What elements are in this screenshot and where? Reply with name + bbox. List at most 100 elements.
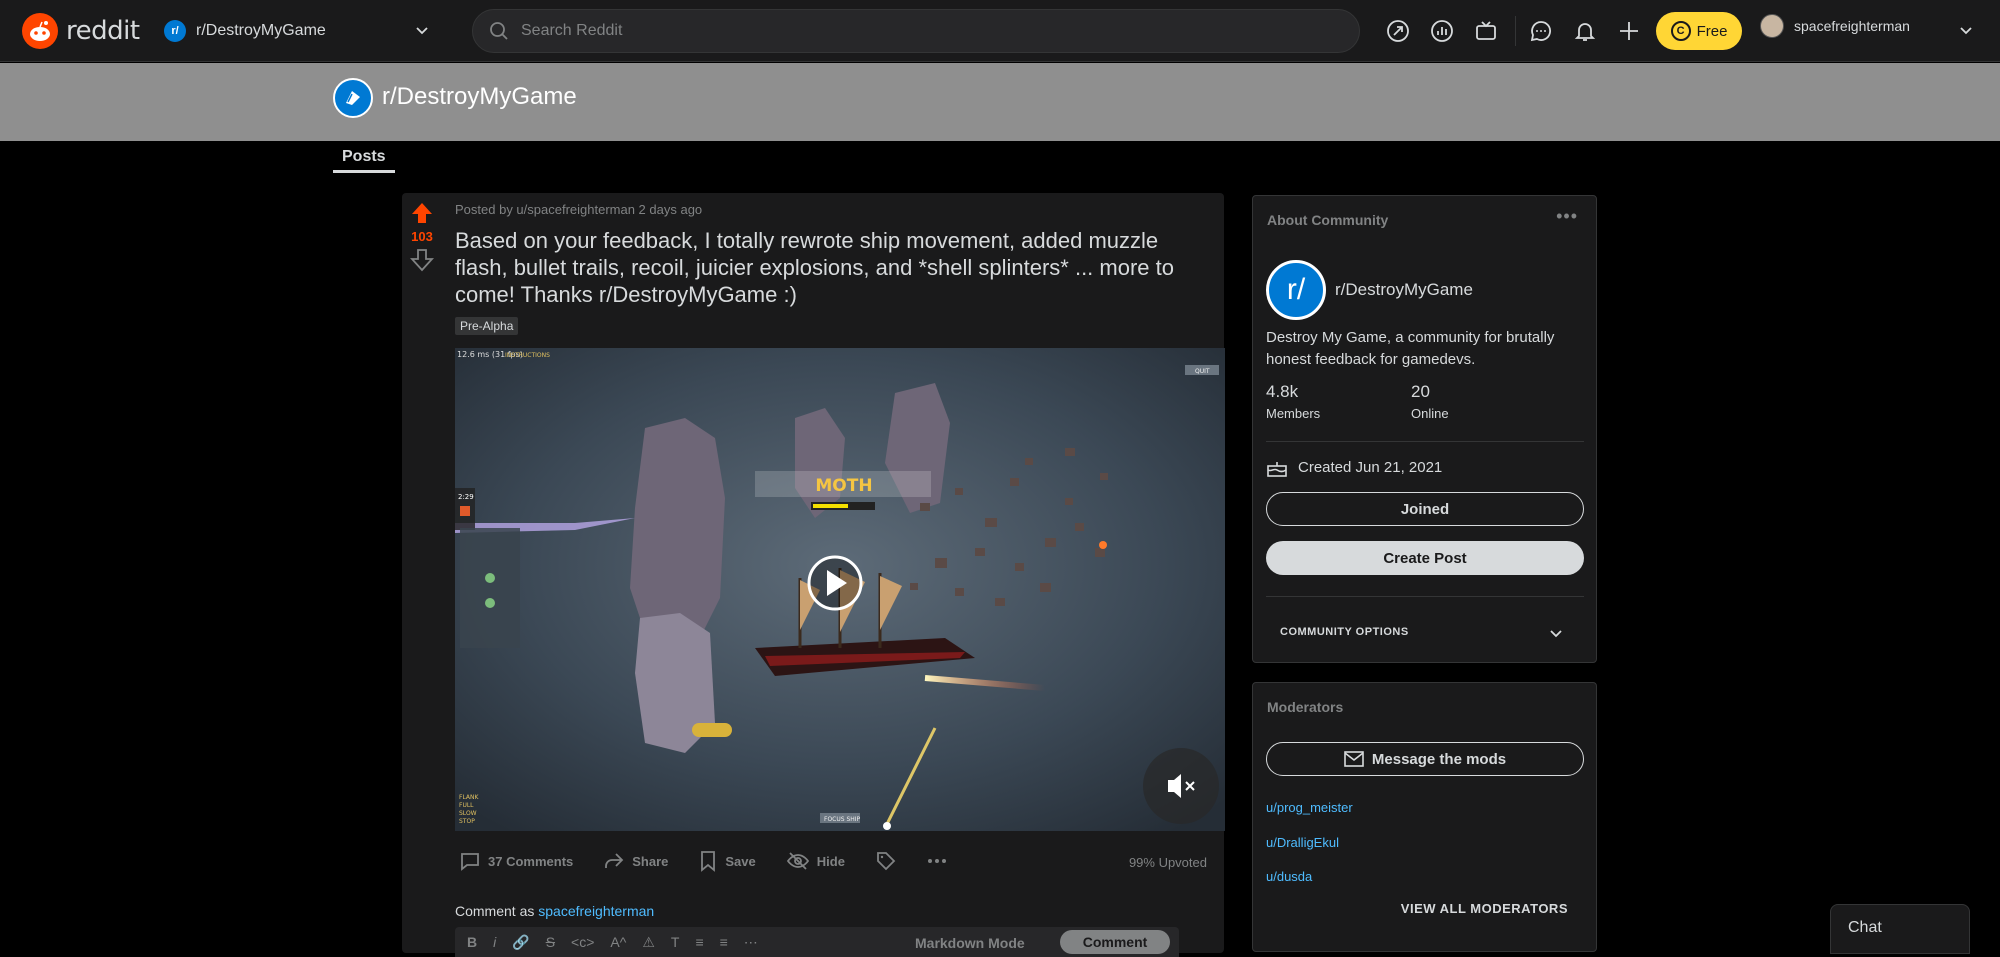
online-count: 20 [1411,382,1430,401]
heading-icon[interactable]: T [671,934,680,950]
vote-count: 103 [411,229,433,244]
focus-ship-label: FOCUS SHIP [824,816,861,823]
cake-icon [1267,462,1287,477]
share-icon [605,853,624,868]
speed-full-label: FULL [459,802,474,809]
share-button[interactable]: Share [599,846,672,876]
downvote-arrow-icon[interactable] [410,248,434,272]
link-icon[interactable]: 🔗 [512,934,529,951]
user-menu[interactable]: spacefreighterman [1760,14,1910,38]
snoo-icon [22,13,58,49]
create-post-button[interactable]: Create Post [1266,541,1584,575]
tag-icon [877,852,896,871]
moderator-link[interactable]: u/dusda [1266,869,1312,884]
header-divider [1515,16,1516,46]
online-stat: 20 Online [1411,382,1449,421]
quit-label: QUIT [1195,368,1210,375]
community-avatar-icon [333,78,373,118]
comment-as-prefix: Comment as [455,903,535,919]
mute-icon[interactable] [1143,748,1219,824]
community-description: Destroy My Game, a community for brutall… [1266,329,1555,368]
created-date: Created Jun 21, 2021 [1266,456,1442,478]
game-scene: MOTH 2:29 12.6 ms (31 fps) INSTRUCTIONS … [455,348,1225,831]
top-bar: reddit r/ r/DestroyMyGame C Free spacefr… [0,0,2000,62]
strikethrough-icon[interactable]: S [546,934,555,950]
community-title: r/DestroyMyGame [382,83,577,110]
bookmark-icon [701,851,716,872]
more-dots-icon [927,859,946,863]
popular-icon[interactable] [1385,18,1411,44]
hide-label: Hide [816,853,845,869]
more-dots-icon[interactable]: ••• [1556,206,1578,227]
reddit-logo[interactable]: reddit [22,13,140,49]
comment-as-user-link[interactable]: spacefreighterman [538,903,654,919]
message-mods-button[interactable]: Message the mods [1266,742,1584,776]
moderator-link[interactable]: u/prog_meister [1266,800,1353,815]
chevron-down-icon [416,27,428,35]
community-selector-label: r/DestroyMyGame [196,22,326,39]
share-label: Share [632,853,669,869]
mail-icon [1344,751,1364,767]
bulleted-list-icon[interactable]: ≡ [695,934,703,950]
numbered-list-icon[interactable]: ≡ [720,934,728,950]
create-post-plus-icon[interactable] [1616,18,1642,44]
bold-icon[interactable]: B [467,934,477,950]
community-selector[interactable]: r/ r/DestroyMyGame [150,12,450,50]
comments-button[interactable]: 37 Comments [455,846,577,876]
comment-submit-button[interactable]: Comment [1060,930,1170,954]
community-name[interactable]: r/DestroyMyGame [1335,280,1473,300]
post-actions: 37 Comments Share Save Hide 99% Upvoted [455,843,1225,879]
save-button[interactable]: Save [694,846,759,876]
instructions-label: INSTRUCTIONS [505,352,550,359]
comment-icon [461,853,479,871]
message-mods-label: Message the mods [1371,750,1507,768]
free-coins-button[interactable]: C Free [1656,12,1742,50]
logo-text: reddit [66,16,140,46]
rpan-icon[interactable] [1473,18,1499,44]
search-bar[interactable] [472,9,1360,53]
online-label: Online [1411,406,1449,421]
tab-posts[interactable]: Posts [333,148,395,173]
chat-button[interactable]: Chat [1830,904,1970,954]
tag-button[interactable] [871,846,901,876]
post-title[interactable]: Based on your feedback, I totally rewrot… [455,227,1215,308]
notifications-bell-icon[interactable] [1572,18,1598,44]
hide-button[interactable]: Hide [782,846,849,876]
more-formatting-icon[interactable]: ⋯ [744,934,758,951]
upvote-arrow-icon[interactable] [410,201,434,225]
more-options-button[interactable] [923,854,951,868]
community-big-icon: r/ [1266,260,1326,320]
hide-eye-icon [786,852,809,870]
members-stat: 4.8k Members [1266,382,1320,421]
italic-icon[interactable]: i [493,934,496,950]
chat-icon[interactable] [1528,18,1554,44]
post-card: 103 Posted by u/spacefreighterman 2 days… [402,193,1225,957]
timer-label: 2:29 [458,493,474,501]
vote-column: 103 [402,193,442,272]
moderators-heading: Moderators [1267,699,1344,715]
chevron-down-icon[interactable] [1548,625,1564,641]
save-label: Save [725,853,756,869]
post-flair[interactable]: Pre-Alpha [455,317,519,335]
search-input[interactable] [521,22,1321,40]
play-button-icon[interactable] [807,555,863,611]
community-options-toggle[interactable]: COMMUNITY OPTIONS [1280,626,1409,638]
superscript-icon[interactable]: A^ [610,934,626,950]
chevron-down-icon[interactable] [1958,22,1974,38]
about-community-card: About Community ••• r/ r/DestroyMyGame D… [1252,195,1597,663]
spoiler-icon[interactable]: ⚠ [642,934,655,951]
username: spacefreighterman [1794,18,1910,34]
community-icon: r/ [164,20,186,42]
coins-icon[interactable] [1429,18,1455,44]
code-icon[interactable]: <c> [571,934,594,950]
moderators-card: Moderators Message the mods u/prog_meist… [1252,682,1597,952]
view-all-moderators-link[interactable]: VIEW ALL MODERATORS [1401,901,1568,916]
about-heading: About Community [1267,212,1389,228]
moderator-link[interactable]: u/DralligEkul [1266,835,1339,850]
joined-button[interactable]: Joined [1266,492,1584,526]
community-tabs: Posts [333,148,395,173]
comment-editor-toolbar: B i 🔗 S <c> A^ ⚠ T ≡ ≡ ⋯ Markdown Mode C… [455,927,1179,957]
comment-as-line: Comment as spacefreighterman [455,903,654,919]
divider [1266,596,1584,597]
video-player[interactable]: MOTH 2:29 12.6 ms (31 fps) INSTRUCTIONS … [455,348,1225,831]
